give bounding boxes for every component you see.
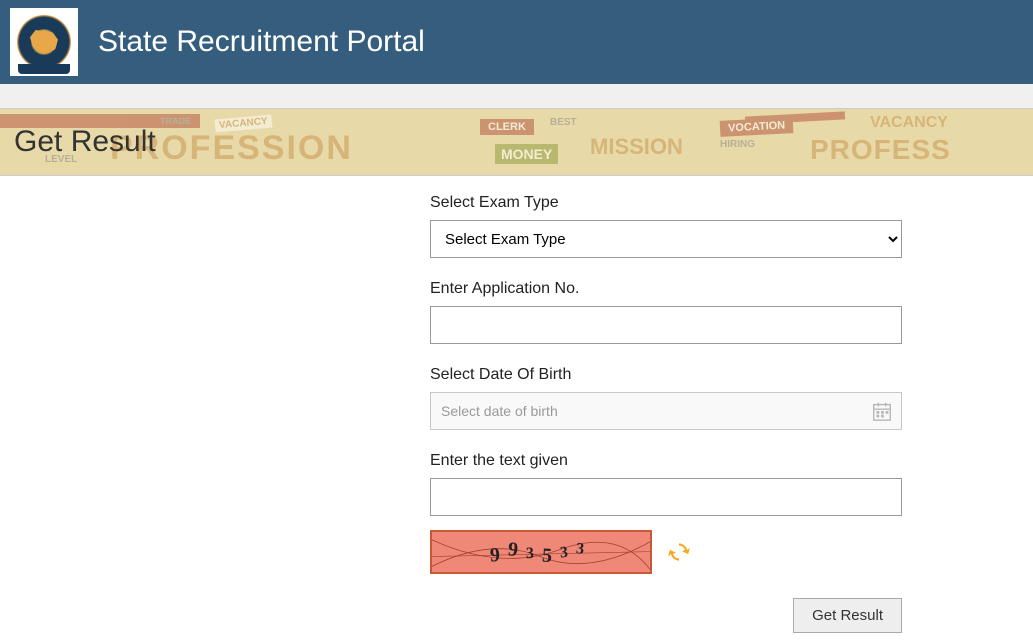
captcha-input[interactable] (430, 478, 902, 516)
spacer-bar (0, 84, 1033, 108)
get-result-button[interactable]: Get Result (793, 598, 902, 633)
captcha-image: 993533 (430, 530, 652, 574)
refresh-captcha-icon[interactable] (666, 539, 692, 565)
application-no-input[interactable] (430, 306, 902, 344)
exam-type-select[interactable]: Select Exam Type (430, 220, 902, 258)
dob-input[interactable] (431, 393, 901, 429)
app-title: State Recruitment Portal (98, 25, 425, 59)
exam-type-label: Select Exam Type (430, 194, 902, 212)
app-header: State Recruitment Portal (0, 0, 1033, 84)
calendar-icon (871, 400, 893, 422)
result-form: Select Exam Type Select Exam Type Enter … (430, 194, 902, 633)
page-title: Get Result (0, 109, 1033, 159)
captcha-label: Enter the text given (430, 452, 902, 470)
captcha-text: 993533 (490, 541, 592, 564)
app-logo (10, 8, 78, 76)
dob-label: Select Date Of Birth (430, 366, 902, 384)
page-title-banner: TRADE PROFESSION VACANCY CLERK BEST MONE… (0, 108, 1033, 176)
application-no-label: Enter Application No. (430, 280, 902, 298)
dob-field-wrapper[interactable] (430, 392, 902, 430)
